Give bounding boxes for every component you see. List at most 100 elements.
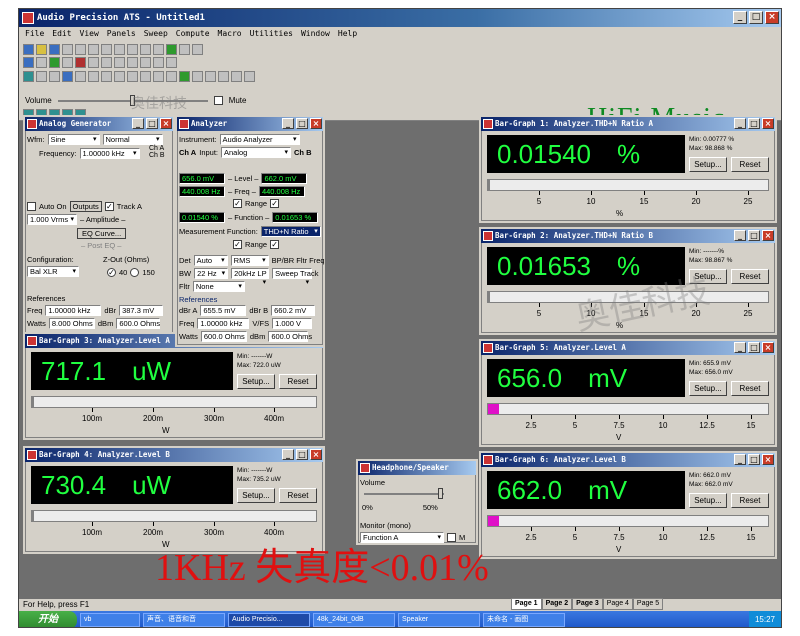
mute-checkbox[interactable] [213, 96, 223, 105]
menu-panels[interactable]: Panels [107, 27, 136, 41]
watts-field[interactable]: 600.0 Ohms [200, 331, 247, 342]
report-icon[interactable] [244, 71, 255, 82]
bar-graph-titlebar[interactable]: Bar-Graph 2: Analyzer.THD+N Ratio B _ □ × [481, 229, 775, 243]
outputs-button[interactable]: Outputs [69, 201, 102, 212]
minimize-button[interactable]: _ [132, 118, 144, 129]
bargraph-icon[interactable] [23, 71, 34, 82]
task-item-active[interactable]: Audio Precisio... [228, 613, 310, 627]
frequency-field[interactable]: 1.00000 kHz [79, 148, 140, 159]
zout-40-radio[interactable] [107, 268, 116, 277]
auto-on-checkbox[interactable] [27, 202, 36, 211]
menu-help[interactable]: Help [338, 27, 357, 41]
reset-button[interactable]: Reset [731, 269, 769, 284]
cut-icon[interactable] [88, 44, 99, 55]
start-button[interactable]: 开始 [19, 611, 77, 627]
copy-icon[interactable] [101, 44, 112, 55]
dbr-b-field[interactable]: 660.2 mV [271, 305, 316, 316]
menu-edit[interactable]: Edit [52, 27, 71, 41]
menu-utilities[interactable]: Utilities [250, 27, 293, 41]
bars-icon[interactable] [218, 71, 229, 82]
close-button[interactable]: × [762, 230, 774, 241]
bar-graph-titlebar[interactable]: Bar-Graph 1: Analyzer.THD+N Ratio A _ □ × [481, 117, 775, 131]
paste-icon[interactable] [114, 44, 125, 55]
undo-icon[interactable] [127, 44, 138, 55]
stop-icon[interactable] [179, 44, 190, 55]
maximize-button[interactable]: □ [296, 118, 308, 129]
close-button[interactable]: × [762, 118, 774, 129]
watts-ref-field[interactable]: 8.000 Ohms [48, 318, 95, 329]
reset-button[interactable]: Reset [731, 493, 769, 508]
amplitude-field[interactable]: 1.000 Vrms [27, 214, 77, 225]
setup-button[interactable]: Setup... [689, 157, 727, 172]
setup-button[interactable]: Setup... [237, 374, 275, 389]
reset-button[interactable]: Reset [731, 381, 769, 396]
arrow-icon[interactable] [36, 71, 47, 82]
generator-icon[interactable] [62, 71, 73, 82]
range-function-checkbox[interactable] [233, 240, 242, 249]
tab-page-3[interactable]: Page 3 [572, 598, 603, 610]
dbr-a-field[interactable]: 655.5 mV [200, 305, 247, 316]
minimize-button[interactable]: _ [734, 118, 746, 129]
task-item[interactable]: Speaker [398, 613, 480, 627]
export-icon[interactable] [192, 71, 203, 82]
minimize-button[interactable]: _ [733, 11, 747, 24]
dbm-field[interactable]: 600.0 Ohms [268, 331, 312, 342]
play-icon[interactable] [49, 57, 60, 68]
meter-icon[interactable] [49, 71, 60, 82]
step-icon[interactable] [88, 57, 99, 68]
tab-page-5[interactable]: Page 5 [632, 598, 664, 610]
reset-button[interactable]: Reset [731, 157, 769, 172]
setup-button[interactable]: Setup... [689, 381, 727, 396]
eq-curve-button[interactable]: EQ Curve... [77, 228, 127, 239]
menu-window[interactable]: Window [301, 27, 330, 41]
switch-icon[interactable] [140, 71, 151, 82]
close-button[interactable]: × [762, 342, 774, 353]
menu-sweep[interactable]: Sweep [144, 27, 168, 41]
bar-graph-titlebar[interactable]: Bar-Graph 6: Analyzer.Level B _ □ × [481, 453, 775, 467]
measurement-function-select[interactable]: THD+N Ratio [260, 226, 321, 237]
filter-icon[interactable] [88, 71, 99, 82]
macro-icon[interactable] [127, 57, 138, 68]
track-a-checkbox[interactable] [104, 202, 114, 211]
maximize-button[interactable]: □ [146, 118, 158, 129]
input-select[interactable]: Analog [221, 147, 291, 158]
analog-generator-titlebar[interactable]: Analog Generator _ □ × [25, 117, 173, 131]
open-icon[interactable] [36, 44, 47, 55]
setup-button[interactable]: Setup... [237, 488, 275, 503]
dsp-icon[interactable] [153, 71, 164, 82]
maximize-button[interactable]: □ [749, 11, 763, 24]
bar-graph-titlebar[interactable]: Bar-Graph 4: Analyzer.Level B _ □ × [25, 448, 323, 462]
list-icon[interactable] [140, 57, 151, 68]
task-item[interactable]: vb [80, 613, 140, 627]
setup-button[interactable]: Setup... [689, 493, 727, 508]
rms-select[interactable]: RMS [230, 255, 269, 266]
minimize-button[interactable]: _ [734, 454, 746, 465]
dbr-ref-field[interactable]: 387.3 mV [119, 305, 164, 316]
task-item[interactable]: 未命名 - 画图 [483, 613, 565, 627]
minimize-button[interactable]: _ [282, 449, 294, 460]
speaker-icon[interactable] [127, 71, 138, 82]
analyzer-titlebar[interactable]: Analyzer _ □ × [177, 117, 323, 131]
fltr-select[interactable]: None [192, 281, 245, 292]
grid-icon[interactable] [192, 44, 203, 55]
tab-page-2[interactable]: Page 2 [541, 598, 573, 610]
pause-icon[interactable] [62, 57, 73, 68]
close-button[interactable]: × [310, 449, 322, 460]
task-item[interactable]: 48k_24bit_0dB [313, 613, 395, 627]
close-button[interactable]: × [762, 454, 774, 465]
settings-icon[interactable] [36, 57, 47, 68]
zout-150-radio[interactable] [130, 268, 140, 277]
zoom-icon[interactable] [23, 57, 34, 68]
tab-page-4[interactable]: Page 4 [602, 598, 633, 610]
window-titlebar[interactable]: Audio Precision ATS - Untitled1 _ □ × [19, 9, 781, 27]
scope-icon[interactable] [101, 71, 112, 82]
vfs-field[interactable]: 1.000 V [272, 318, 313, 329]
table-icon[interactable] [231, 71, 242, 82]
menu-file[interactable]: File [25, 27, 44, 41]
maximize-button[interactable]: □ [748, 342, 760, 353]
maximize-button[interactable]: □ [748, 454, 760, 465]
headphone-volume-slider[interactable] [364, 488, 444, 499]
close-button[interactable]: × [310, 118, 322, 129]
reset-button[interactable]: Reset [279, 488, 317, 503]
bar-graph-titlebar[interactable]: Bar-Graph 5: Analyzer.Level A _ □ × [481, 341, 775, 355]
